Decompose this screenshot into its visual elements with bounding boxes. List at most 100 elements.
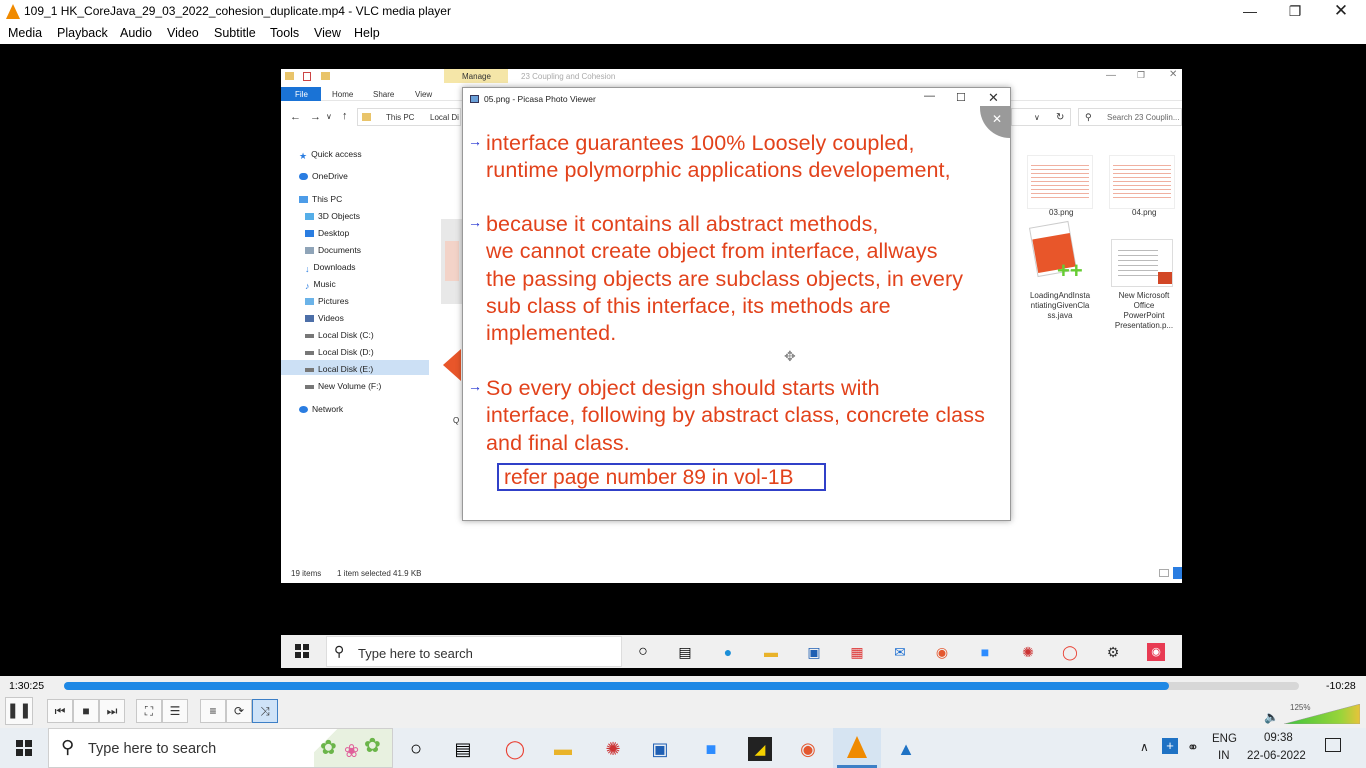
chrome-icon[interactable]: ◯: [1061, 643, 1079, 661]
language-region[interactable]: IN: [1218, 750, 1230, 762]
viewer-close-overlay-button[interactable]: ✕: [980, 106, 1010, 138]
task-view-icon[interactable]: ▤: [676, 643, 694, 661]
inner-search-box[interactable]: ⚲ Type here to search: [326, 636, 622, 667]
cortana-icon[interactable]: ○: [404, 737, 428, 761]
close-button[interactable]: ✕: [1318, 0, 1364, 23]
nav-desktop[interactable]: Desktop: [305, 228, 349, 238]
store-icon[interactable]: ▣: [805, 643, 823, 661]
menu-media[interactable]: Media: [8, 26, 42, 40]
chrome-icon[interactable]: ◯: [503, 737, 527, 761]
cortana-icon[interactable]: ○: [634, 643, 652, 661]
ribbon-view-tab[interactable]: View: [415, 90, 432, 99]
nav-this-pc[interactable]: This PC: [299, 194, 342, 204]
nav-pictures[interactable]: Pictures: [305, 296, 349, 306]
snipping-tool-icon[interactable]: ✺: [601, 737, 625, 761]
up-arrow-icon[interactable]: ↑: [342, 110, 348, 122]
explorer-search-box[interactable]: ⚲ Search 23 Couplin...: [1078, 108, 1182, 126]
file-icon[interactable]: [443, 349, 461, 381]
file-03-thumbnail[interactable]: [1027, 155, 1093, 209]
picasa-minimize-button[interactable]: —: [924, 90, 935, 102]
menu-view[interactable]: View: [314, 26, 341, 40]
details-view-icon[interactable]: [1159, 569, 1169, 577]
clock-date[interactable]: 22-06-2022: [1247, 750, 1306, 762]
next-button[interactable]: ⏭: [99, 699, 125, 723]
record-icon[interactable]: ◉: [933, 643, 951, 661]
nav-network[interactable]: Network: [299, 404, 343, 414]
pptx-file-icon[interactable]: [1111, 239, 1173, 287]
back-arrow-icon[interactable]: ←: [290, 111, 301, 123]
pause-button[interactable]: ❚❚: [5, 697, 33, 725]
nav-local-disk-d[interactable]: Local Disk (D:): [305, 347, 374, 357]
nav-local-disk-e[interactable]: Local Disk (E:): [305, 364, 373, 374]
nav-local-disk-c[interactable]: Local Disk (C:): [305, 330, 374, 340]
app-icon[interactable]: ◉: [1147, 643, 1165, 661]
chevron-down-icon[interactable]: ∨: [326, 112, 332, 121]
chevron-down-icon[interactable]: ∨: [1034, 113, 1040, 122]
vlc-taskbar-active[interactable]: [833, 728, 881, 768]
mail-icon[interactable]: ✉: [891, 643, 909, 661]
nav-quick-access[interactable]: ★ Quick access: [299, 149, 362, 161]
explorer-restore-button[interactable]: ❐: [1137, 70, 1145, 81]
zoom-icon[interactable]: ■: [699, 737, 723, 761]
file-04-thumbnail[interactable]: [1109, 155, 1175, 209]
language-label[interactable]: ENG: [1212, 733, 1237, 745]
gift-icon[interactable]: ▦: [848, 643, 866, 661]
nav-downloads[interactable]: ↓ Downloads: [305, 262, 356, 274]
menu-playback[interactable]: Playback: [57, 26, 108, 40]
minimize-button[interactable]: —: [1227, 0, 1273, 23]
chevron-up-icon[interactable]: ∧: [1140, 740, 1149, 754]
explorer-minimize-button[interactable]: —: [1106, 70, 1116, 81]
bluetooth-plus-icon[interactable]: +: [1162, 738, 1178, 754]
shuffle-button[interactable]: ⤨: [252, 699, 278, 723]
menu-help[interactable]: Help: [354, 26, 380, 40]
breadcrumb-local-disk[interactable]: Local Di: [430, 113, 459, 122]
nav-new-volume-f[interactable]: New Volume (F:): [305, 381, 381, 391]
volume-slider[interactable]: [1283, 703, 1361, 725]
java-file-icon[interactable]: ++: [1028, 220, 1089, 286]
edge-icon[interactable]: ●: [719, 643, 737, 661]
explorer-close-button[interactable]: ✕: [1169, 69, 1177, 80]
restore-button[interactable]: ❐: [1272, 0, 1318, 23]
nav-videos[interactable]: Videos: [305, 313, 344, 323]
menu-audio[interactable]: Audio: [120, 26, 152, 40]
breadcrumb-this-pc[interactable]: This PC: [386, 113, 414, 122]
taskbar-search-box[interactable]: ⚲ Type here to search ✿ ❀ ✿: [48, 728, 393, 768]
menu-subtitle[interactable]: Subtitle: [214, 26, 256, 40]
thumbnail-view-icon[interactable]: [1173, 567, 1182, 579]
previous-button[interactable]: ⏮: [47, 699, 73, 723]
clock-time[interactable]: 09:38: [1264, 732, 1293, 744]
extended-settings-button[interactable]: ☰: [162, 699, 188, 723]
nav-3d-objects[interactable]: 3D Objects: [305, 211, 360, 221]
ribbon-home-tab[interactable]: Home: [332, 90, 353, 99]
loop-button[interactable]: ⟳: [226, 699, 252, 723]
snipping-tool-icon[interactable]: ✺: [1019, 643, 1037, 661]
notification-center-icon[interactable]: [1325, 738, 1341, 752]
file-thumbnail[interactable]: [441, 219, 463, 304]
windows-start-icon[interactable]: [16, 740, 32, 756]
menu-video[interactable]: Video: [167, 26, 199, 40]
refresh-icon[interactable]: ↻: [1056, 112, 1064, 123]
speaker-icon[interactable]: 🔈: [1264, 710, 1279, 724]
photos-icon[interactable]: ▲: [894, 737, 918, 761]
stop-button[interactable]: ■: [73, 699, 99, 723]
zoom-icon[interactable]: ■: [976, 643, 994, 661]
file-explorer-icon[interactable]: ▬: [551, 737, 575, 761]
store-icon[interactable]: ▣: [648, 737, 672, 761]
manage-tab[interactable]: Manage: [444, 69, 508, 83]
nav-onedrive[interactable]: OneDrive: [299, 171, 348, 181]
settings-gear-icon[interactable]: ⚙: [1104, 643, 1122, 661]
nav-documents[interactable]: Documents: [305, 245, 361, 255]
record-icon[interactable]: ◉: [796, 737, 820, 761]
ribbon-share-tab[interactable]: Share: [373, 90, 394, 99]
sticky-notes-icon[interactable]: ◢: [748, 737, 772, 761]
picasa-restore-button[interactable]: ☐: [956, 91, 966, 104]
task-view-icon[interactable]: ▤: [451, 737, 475, 761]
address-bar[interactable]: This PC Local Di: [357, 108, 461, 126]
ribbon-file-tab[interactable]: File: [281, 87, 321, 101]
file-explorer-icon[interactable]: ▬: [762, 643, 780, 661]
wifi-icon[interactable]: ⚭: [1187, 739, 1199, 756]
fullscreen-button[interactable]: ⛶: [136, 699, 162, 723]
picasa-close-button[interactable]: ✕: [988, 90, 999, 106]
playlist-button[interactable]: ≡: [200, 699, 226, 723]
menu-tools[interactable]: Tools: [270, 26, 299, 40]
